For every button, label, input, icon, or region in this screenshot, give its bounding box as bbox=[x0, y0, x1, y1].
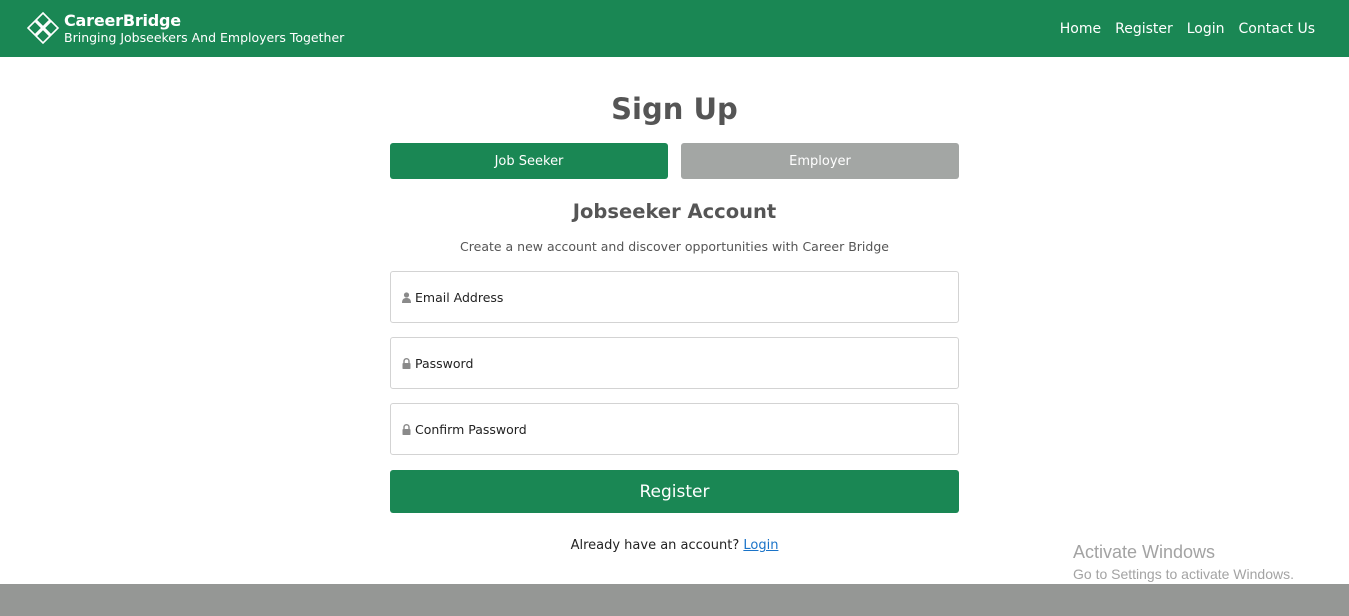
brand[interactable]: CareerBridge Bringing Jobseekers And Emp… bbox=[27, 11, 344, 47]
login-link[interactable]: Login bbox=[743, 538, 778, 553]
brand-name: CareerBridge bbox=[64, 11, 181, 31]
email-field[interactable] bbox=[390, 271, 959, 323]
nav-link-register[interactable]: Register bbox=[1115, 21, 1173, 37]
careerbridge-logo-icon bbox=[27, 11, 60, 47]
confirm-password-input[interactable] bbox=[415, 421, 935, 437]
activate-windows-title: Activate Windows bbox=[1073, 542, 1216, 562]
tab-job-seeker[interactable]: Job Seeker bbox=[390, 143, 668, 179]
navbar: CareerBridge Bringing Jobseekers And Emp… bbox=[0, 0, 1349, 57]
nav-links: Home Register Login Contact Us bbox=[1060, 21, 1315, 37]
lock-icon bbox=[402, 357, 411, 369]
confirm-password-field[interactable] bbox=[390, 403, 959, 455]
account-type-tabs: Job Seeker Employer bbox=[390, 143, 959, 179]
user-icon bbox=[402, 291, 411, 303]
password-input[interactable] bbox=[415, 355, 935, 371]
account-title: Jobseeker Account bbox=[572, 200, 777, 223]
tab-employer[interactable]: Employer bbox=[681, 143, 959, 179]
nav-link-login[interactable]: Login bbox=[1187, 21, 1225, 37]
email-input[interactable] bbox=[415, 289, 935, 305]
nav-link-contact-us[interactable]: Contact Us bbox=[1239, 21, 1315, 37]
activate-windows-watermark: Activate Windows Go to Settings to activ… bbox=[1073, 542, 1294, 582]
password-field[interactable] bbox=[390, 337, 959, 389]
register-button[interactable]: Register bbox=[390, 470, 959, 513]
lock-icon bbox=[402, 423, 411, 435]
page-title: Sign Up bbox=[611, 92, 738, 126]
nav-link-home[interactable]: Home bbox=[1060, 21, 1101, 37]
login-prompt-text: Already have an account? bbox=[570, 538, 744, 553]
activate-windows-subtitle: Go to Settings to activate Windows. bbox=[1073, 566, 1294, 582]
account-subtitle: Create a new account and discover opport… bbox=[460, 239, 889, 254]
brand-tagline: Bringing Jobseekers And Employers Togeth… bbox=[64, 29, 345, 45]
footer-bar bbox=[0, 584, 1349, 616]
